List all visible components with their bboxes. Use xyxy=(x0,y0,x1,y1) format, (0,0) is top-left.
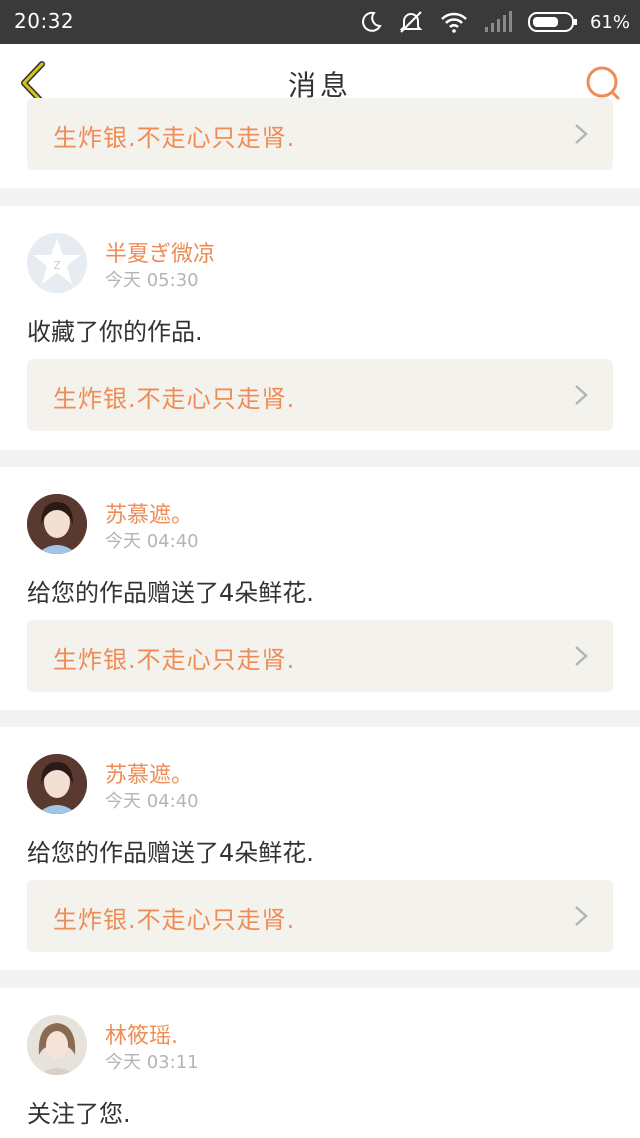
work-link-label: 生炸银.不走心只走肾. xyxy=(53,385,296,413)
message-action: 给您的作品赠送了4朵鲜花. xyxy=(27,839,314,867)
user-photo-icon xyxy=(27,1015,87,1075)
timestamp-day: 今天 xyxy=(105,1052,141,1073)
timestamp: 今天 05:30 xyxy=(105,266,199,292)
work-link[interactable]: 生炸银.不走心只走肾. xyxy=(27,880,613,952)
message-card: 苏慕遮。 今天 04:40 给您的作品赠送了4朵鲜花. 生炸银.不走心只走肾. xyxy=(0,467,640,710)
username[interactable]: 林筱瑶. xyxy=(105,1018,178,1050)
moon-icon xyxy=(362,11,382,32)
battery-icon xyxy=(527,12,577,32)
default-avatar-icon: z xyxy=(33,239,81,284)
status-time: 20:32 xyxy=(14,9,75,33)
message-card: z 半夏ぎ微凉 今天 05:30 收藏了你的作品. 生炸银.不走心只走肾. xyxy=(0,206,640,450)
username[interactable]: 半夏ぎ微凉 xyxy=(105,236,215,268)
chevron-right-icon xyxy=(575,906,588,926)
timestamp: 今天 04:40 xyxy=(105,527,199,553)
message-action: 关注了您. xyxy=(27,1100,131,1128)
wifi-icon xyxy=(441,12,467,33)
message-card: 林筱瑶. 今天 03:11 关注了您. xyxy=(0,988,640,1138)
work-link[interactable]: 生炸银.不走心只走肾. xyxy=(27,620,613,692)
chevron-right-icon xyxy=(575,124,588,144)
timestamp-time: 05:30 xyxy=(146,270,199,291)
chevron-right-icon xyxy=(575,385,588,405)
avatar[interactable] xyxy=(27,754,87,814)
work-link[interactable]: 生炸银.不走心只走肾. xyxy=(27,359,613,431)
message-card-partial: 生炸银.不走心只走肾. xyxy=(0,98,640,188)
status-icons: 61% xyxy=(360,0,630,44)
timestamp-day: 今天 xyxy=(105,791,141,812)
svg-text:z: z xyxy=(53,257,60,273)
avatar[interactable] xyxy=(27,494,87,554)
avatar[interactable] xyxy=(27,1015,87,1075)
timestamp-time: 03:11 xyxy=(146,1052,199,1073)
timestamp-day: 今天 xyxy=(105,531,141,552)
username[interactable]: 苏慕遮。 xyxy=(105,497,193,529)
status-bar: 20:32 61% xyxy=(0,0,640,44)
timestamp-time: 04:40 xyxy=(146,531,199,552)
user-photo-icon xyxy=(27,494,87,554)
chevron-right-icon xyxy=(575,646,588,666)
username[interactable]: 苏慕遮。 xyxy=(105,757,193,789)
timestamp-time: 04:40 xyxy=(146,791,199,812)
message-action: 收藏了你的作品. xyxy=(27,318,203,346)
work-link-label: 生炸银.不走心只走肾. xyxy=(53,646,296,674)
work-link-label: 生炸银.不走心只走肾. xyxy=(53,124,296,152)
user-photo-icon xyxy=(27,754,87,814)
avatar[interactable]: z xyxy=(27,233,87,293)
work-link[interactable]: 生炸银.不走心只走肾. xyxy=(27,98,613,170)
timestamp: 今天 04:40 xyxy=(105,787,199,813)
timestamp-day: 今天 xyxy=(105,270,141,291)
message-card: 苏慕遮。 今天 04:40 给您的作品赠送了4朵鲜花. 生炸银.不走心只走肾. xyxy=(0,727,640,970)
timestamp: 今天 03:11 xyxy=(105,1048,199,1074)
signal-icon xyxy=(484,11,512,32)
mute-icon xyxy=(399,11,423,33)
message-action: 给您的作品赠送了4朵鲜花. xyxy=(27,579,314,607)
battery-percent: 61% xyxy=(589,11,630,33)
work-link-label: 生炸银.不走心只走肾. xyxy=(53,906,296,934)
